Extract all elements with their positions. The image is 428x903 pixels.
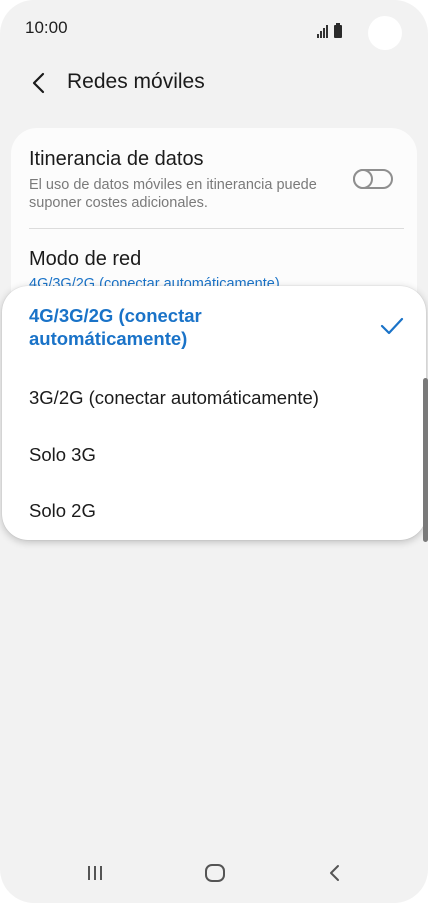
nav-back-icon (330, 865, 339, 881)
recent-apps-icon (88, 866, 102, 880)
status-time: 10:00 (25, 18, 68, 37)
status-icons (317, 20, 342, 38)
roaming-toggle[interactable] (353, 169, 393, 189)
option-3g-2g[interactable]: 3G/2G (conectar automáticamente) (2, 370, 426, 426)
home-icon (205, 864, 225, 882)
option-4g-3g-2g[interactable]: 4G/3G/2G (conectar automáticamente) (2, 286, 426, 366)
network-mode-title: Modo de red (29, 248, 142, 270)
option-label: 3G/2G (conectar automáticamente) (29, 387, 319, 408)
toggle-knob (353, 169, 373, 189)
network-mode-popup: 4G/3G/2G (conectar automáticamente) 3G/2… (2, 286, 426, 540)
back-button[interactable] (22, 66, 56, 100)
app-header: Redes móviles (0, 58, 428, 108)
recent-apps-button[interactable] (70, 855, 120, 891)
roaming-description: El uso de datos móviles en itinerancia p… (29, 177, 317, 211)
signal-icon (317, 24, 328, 38)
option-label: Solo 3G (29, 444, 96, 465)
home-button[interactable] (190, 855, 240, 891)
phone-screen: 10:00 Redes móviles Itinerancia de datos… (0, 0, 428, 903)
option-label: Solo 2G (29, 500, 96, 521)
navigation-bar (0, 843, 428, 903)
status-bar: 10:00 (0, 0, 428, 58)
checkmark-icon (380, 317, 404, 335)
battery-icon (334, 23, 342, 38)
nav-back-button[interactable] (310, 855, 360, 891)
back-arrow-icon (32, 72, 45, 94)
page-title: Redes móviles (67, 70, 205, 93)
option-label: 4G/3G/2G (conectar automáticamente) (29, 305, 202, 349)
front-camera (368, 16, 402, 50)
roaming-title: Itinerancia de datos (29, 148, 204, 170)
roaming-setting-row[interactable]: Itinerancia de datos El uso de datos móv… (11, 128, 417, 228)
scroll-indicator[interactable] (423, 378, 428, 542)
option-solo-2g[interactable]: Solo 2G (2, 482, 426, 540)
option-solo-3g[interactable]: Solo 3G (2, 426, 426, 482)
